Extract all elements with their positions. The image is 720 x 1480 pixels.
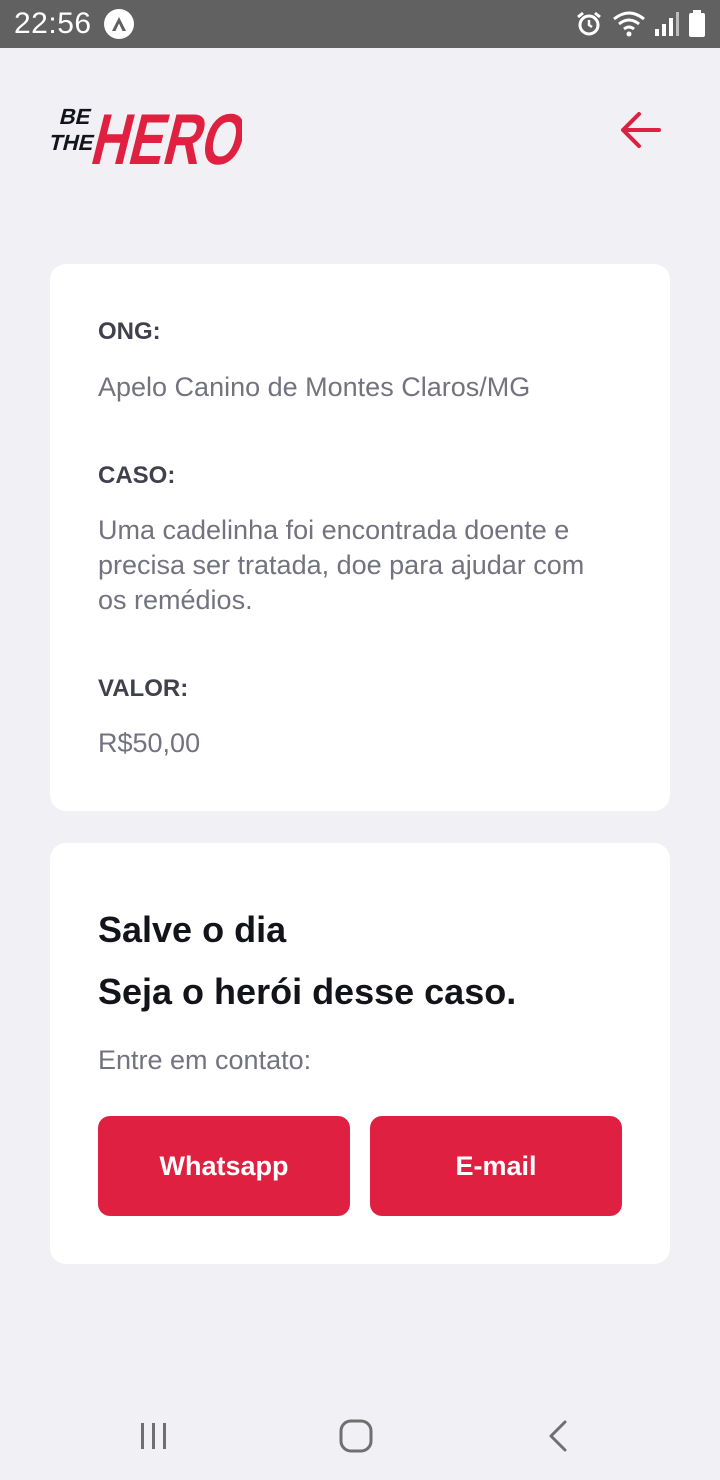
system-nav-bar [0, 1390, 720, 1480]
hero-title-line1: Salve o dia [98, 909, 287, 950]
ong-label: ONG: [98, 318, 161, 345]
incident-card: ONG: Apelo Canino de Montes Claros/MG CA… [50, 264, 670, 811]
alarm-icon [574, 9, 604, 39]
status-right [574, 9, 706, 39]
arrow-left-icon [621, 112, 661, 148]
email-button[interactable]: E-mail [370, 1116, 622, 1216]
status-bar: 22:56 [0, 0, 720, 48]
contact-card: Salve o dia Seja o herói desse caso. Ent… [50, 843, 670, 1264]
value-value: R$50,00 [98, 728, 201, 758]
home-icon[interactable] [326, 1414, 386, 1458]
app-notification-icon [103, 9, 134, 39]
status-time: 22:56 [14, 7, 92, 40]
svg-text:HERO: HERO [85, 100, 242, 170]
signal-icon [654, 11, 680, 37]
recent-apps-icon[interactable] [124, 1414, 184, 1458]
battery-icon [688, 10, 706, 38]
svg-text:THE: THE [50, 130, 97, 155]
back-button[interactable] [612, 104, 668, 156]
status-left: 22:56 [14, 7, 134, 41]
back-icon[interactable] [528, 1414, 588, 1458]
wifi-icon [612, 10, 646, 38]
case-value: Uma cadelinha foi encontrada doente e pr… [98, 515, 585, 615]
case-label: CASO: [98, 462, 176, 489]
hero-title: Salve o dia Seja o herói desse caso. [98, 899, 516, 1023]
svg-text:BE: BE [57, 104, 94, 129]
ong-value: Apelo Canino de Montes Claros/MG [98, 372, 531, 402]
contact-description: Entre em contato: [98, 1045, 312, 1075]
be-the-hero-logo: BE THE HERO [47, 86, 255, 180]
whatsapp-button[interactable]: Whatsapp [98, 1116, 350, 1216]
hero-title-line2: Seja o herói desse caso. [98, 971, 517, 1012]
value-label: VALOR: [98, 675, 189, 702]
